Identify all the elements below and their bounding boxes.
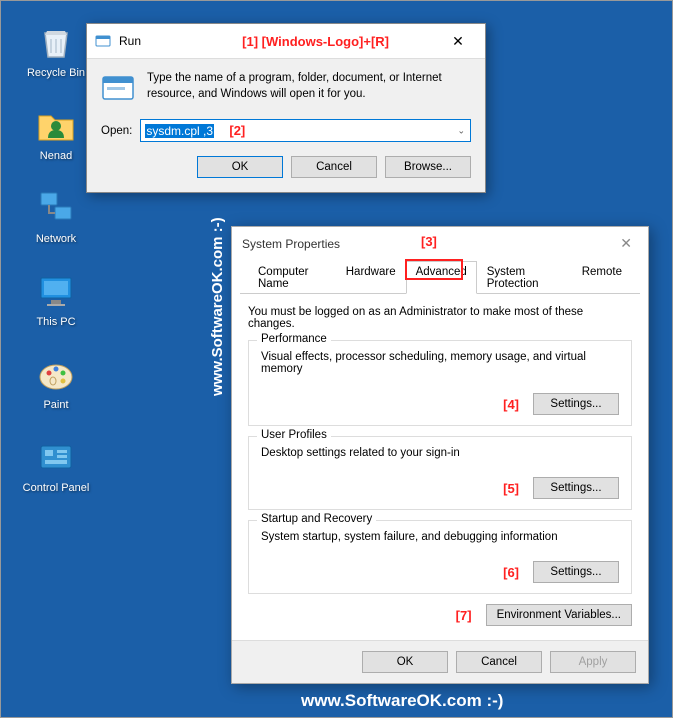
desktop-icon-thispc[interactable]: This PC (21, 270, 91, 328)
performance-legend: Performance (257, 333, 331, 345)
tab-system-protection[interactable]: System Protection (477, 261, 572, 294)
annotation-7: [7] (456, 608, 472, 623)
tab-remote[interactable]: Remote (572, 261, 632, 294)
ok-button[interactable]: OK (197, 156, 283, 178)
performance-desc: Visual effects, processor scheduling, me… (261, 351, 619, 375)
run-input-value: sysdm.cpl ,3 (145, 124, 214, 138)
paint-icon (35, 353, 77, 395)
control-panel-icon (35, 436, 77, 478)
cancel-button[interactable]: Cancel (291, 156, 377, 178)
desktop-icon-paint[interactable]: Paint (21, 353, 91, 411)
annotation-6: [6] (503, 565, 519, 580)
user-folder-icon (35, 104, 77, 146)
desktop-icon-user[interactable]: Nenad (21, 104, 91, 162)
tab-advanced[interactable]: Advanced (406, 261, 477, 294)
run-title: Run (119, 34, 242, 48)
recycle-bin-icon (35, 21, 77, 63)
ok-button[interactable]: OK (362, 651, 448, 673)
run-titlebar[interactable]: Run [1] [Windows-Logo]+[R] ✕ (87, 24, 485, 59)
desktop-icon-label: Nenad (40, 150, 72, 162)
chevron-down-icon[interactable]: ⌄ (457, 125, 465, 136)
desktop-icon-recycle-bin[interactable]: Recycle Bin (21, 21, 91, 79)
annotation-1: [1] [Windows-Logo]+[R] (242, 34, 389, 49)
user-profiles-desc: Desktop settings related to your sign-in (261, 447, 619, 459)
run-combobox[interactable]: sysdm.cpl ,3 [2] ⌄ (140, 119, 471, 142)
sysprop-content: You must be logged on as an Administrato… (232, 294, 648, 640)
desktop-icon-label: Recycle Bin (27, 67, 85, 79)
cancel-button[interactable]: Cancel (456, 651, 542, 673)
sysprop-titlebar[interactable]: System Properties ✕ (232, 227, 648, 260)
startup-legend: Startup and Recovery (257, 513, 376, 525)
watermark-vertical: www.SoftwareOK.com :-) (209, 217, 226, 396)
sysprop-tabs: Computer Name Hardware Advanced System P… (240, 260, 640, 294)
run-input-field[interactable]: sysdm.cpl ,3 [2] ⌄ (140, 119, 471, 142)
desktop-icon-controlpanel[interactable]: Control Panel (21, 436, 91, 494)
system-properties-dialog: System Properties ✕ Computer Name Hardwa… (231, 226, 649, 684)
user-profiles-settings-button[interactable]: Settings... (533, 477, 619, 499)
desktop-icons: Recycle Bin Nenad Network This PC Paint … (21, 21, 91, 494)
user-profiles-group: User Profiles Desktop settings related t… (248, 436, 632, 510)
performance-settings-button[interactable]: Settings... (533, 393, 619, 415)
close-button[interactable]: ✕ (614, 235, 638, 252)
annotation-5: [5] (503, 481, 519, 496)
desktop-icon-network[interactable]: Network (21, 187, 91, 245)
browse-button[interactable]: Browse... (385, 156, 471, 178)
tab-hardware[interactable]: Hardware (336, 261, 406, 294)
desktop-icon-label: Control Panel (23, 482, 90, 494)
startup-settings-button[interactable]: Settings... (533, 561, 619, 583)
close-button[interactable]: ✕ (439, 30, 477, 52)
annotation-3: [3] (421, 234, 437, 249)
desktop-icon-label: This PC (36, 316, 75, 328)
run-icon (95, 33, 111, 49)
watermark-horizontal: www.SoftwareOK.com :-) (301, 691, 503, 711)
desktop-icon-label: Network (36, 233, 76, 245)
sysprop-intro: You must be logged on as an Administrato… (248, 306, 632, 330)
close-icon: ✕ (452, 33, 464, 50)
run-body: Type the name of a program, folder, docu… (87, 59, 485, 192)
open-label: Open: (101, 125, 132, 137)
network-icon (35, 187, 77, 229)
run-description: Type the name of a program, folder, docu… (147, 71, 471, 102)
tab-computer-name[interactable]: Computer Name (248, 261, 336, 294)
annotation-4: [4] (503, 397, 519, 412)
environment-variables-button[interactable]: Environment Variables... (486, 604, 632, 626)
sysprop-buttons: OK Cancel Apply (232, 640, 648, 683)
this-pc-icon (35, 270, 77, 312)
run-dialog: Run [1] [Windows-Logo]+[R] ✕ Type the na… (86, 23, 486, 193)
startup-recovery-group: Startup and Recovery System startup, sys… (248, 520, 632, 594)
apply-button[interactable]: Apply (550, 651, 636, 673)
startup-desc: System startup, system failure, and debu… (261, 531, 619, 543)
performance-group: Performance Visual effects, processor sc… (248, 340, 632, 426)
user-profiles-legend: User Profiles (257, 429, 331, 441)
run-big-icon (101, 71, 135, 105)
desktop-icon-label: Paint (43, 399, 68, 411)
annotation-2: [2] (229, 123, 245, 138)
